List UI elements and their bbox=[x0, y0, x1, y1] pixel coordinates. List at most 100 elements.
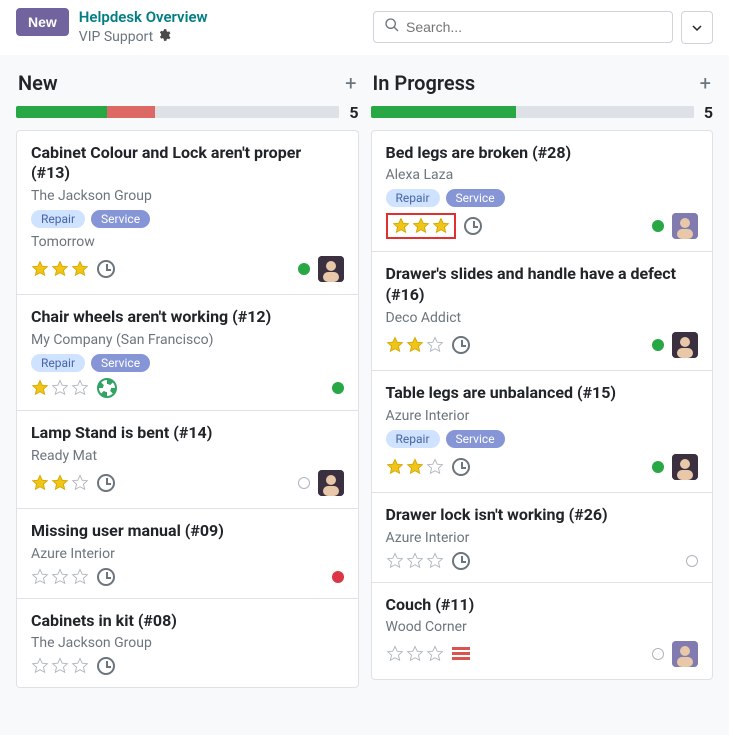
stars-wrap bbox=[31, 260, 115, 278]
add-card-button[interactable]: + bbox=[700, 71, 711, 95]
priority-star[interactable] bbox=[31, 379, 49, 397]
priority-star[interactable] bbox=[71, 379, 89, 397]
priority-star[interactable] bbox=[51, 260, 69, 278]
stars-wrap bbox=[31, 474, 115, 492]
kanban-card[interactable]: Chair wheels aren't working (#12) My Com… bbox=[17, 295, 358, 411]
kanban-card[interactable]: Drawer lock isn't working (#26) Azure In… bbox=[372, 493, 713, 583]
priority-star[interactable] bbox=[51, 379, 69, 397]
progress-bar[interactable] bbox=[16, 106, 339, 118]
card-subtitle: Alexa Laza bbox=[386, 167, 699, 183]
priority-star[interactable] bbox=[31, 568, 49, 586]
card-right-icons bbox=[332, 571, 344, 583]
priority-star[interactable] bbox=[406, 336, 424, 354]
priority-star[interactable] bbox=[71, 260, 89, 278]
assignee-avatar[interactable] bbox=[672, 213, 698, 239]
search-box[interactable] bbox=[373, 11, 673, 43]
tag[interactable]: Repair bbox=[31, 354, 85, 372]
assignee-avatar[interactable] bbox=[672, 454, 698, 480]
priority-star[interactable] bbox=[51, 568, 69, 586]
priority-star[interactable] bbox=[426, 552, 444, 570]
activity-icon[interactable] bbox=[97, 474, 115, 492]
kanban-card[interactable]: Lamp Stand is bent (#14) Ready Mat bbox=[17, 411, 358, 509]
priority-star[interactable] bbox=[392, 217, 410, 235]
activity-icon[interactable] bbox=[97, 657, 115, 675]
assignee-avatar[interactable] bbox=[672, 332, 698, 358]
status-dot[interactable] bbox=[652, 461, 664, 473]
stars-wrap bbox=[386, 458, 470, 476]
kanban-card[interactable]: Drawer's slides and handle have a defect… bbox=[372, 252, 713, 371]
stars-wrap bbox=[386, 213, 482, 239]
tag[interactable]: Service bbox=[446, 189, 505, 207]
kanban-card[interactable]: Bed legs are broken (#28) Alexa Laza Rep… bbox=[372, 131, 713, 253]
tag[interactable]: Repair bbox=[31, 210, 85, 228]
status-dot[interactable] bbox=[332, 571, 344, 583]
column-title: In Progress bbox=[373, 71, 476, 95]
activity-icon[interactable] bbox=[452, 458, 470, 476]
priority-star[interactable] bbox=[406, 552, 424, 570]
card-footer bbox=[31, 256, 344, 282]
activity-icon[interactable] bbox=[97, 260, 115, 278]
status-dot[interactable] bbox=[686, 555, 698, 567]
status-dot[interactable] bbox=[652, 220, 664, 232]
status-dot[interactable] bbox=[298, 477, 310, 489]
kanban-card[interactable]: Couch (#11) Wood Corner bbox=[372, 583, 713, 680]
gear-icon[interactable] bbox=[157, 28, 171, 47]
priority-star[interactable] bbox=[426, 645, 444, 663]
kanban-card[interactable]: Cabinets in kit (#08) The Jackson Group bbox=[17, 599, 358, 688]
priority-star[interactable] bbox=[51, 657, 69, 675]
kanban-card[interactable]: Missing user manual (#09) Azure Interior bbox=[17, 509, 358, 599]
priority-star[interactable] bbox=[71, 474, 89, 492]
activity-icon[interactable] bbox=[97, 568, 115, 586]
priority-star[interactable] bbox=[426, 458, 444, 476]
add-card-button[interactable]: + bbox=[345, 71, 356, 95]
sla-icon[interactable] bbox=[97, 378, 117, 398]
tag[interactable]: Service bbox=[446, 430, 505, 448]
progress-bar[interactable] bbox=[371, 106, 694, 118]
search-input[interactable] bbox=[406, 19, 662, 35]
new-button[interactable]: New bbox=[16, 8, 69, 36]
kanban-column: New + 5 Cabinet Colour and Lock aren't p… bbox=[16, 67, 359, 689]
assignee-avatar[interactable] bbox=[318, 470, 344, 496]
assignee-avatar[interactable] bbox=[672, 641, 698, 667]
priority-star[interactable] bbox=[31, 260, 49, 278]
status-dot[interactable] bbox=[652, 648, 664, 660]
card-list: Bed legs are broken (#28) Alexa Laza Rep… bbox=[371, 130, 714, 681]
card-subtitle: The Jackson Group bbox=[31, 188, 344, 204]
kanban-card[interactable]: Cabinet Colour and Lock aren't proper (#… bbox=[17, 131, 358, 296]
priority-star[interactable] bbox=[31, 474, 49, 492]
priority-star[interactable] bbox=[386, 336, 404, 354]
priority-star[interactable] bbox=[426, 336, 444, 354]
priority-star[interactable] bbox=[51, 474, 69, 492]
priority-star[interactable] bbox=[71, 657, 89, 675]
breadcrumb-root[interactable]: Helpdesk Overview bbox=[79, 8, 208, 28]
tag[interactable]: Service bbox=[91, 210, 150, 228]
search-dropdown-toggle[interactable] bbox=[681, 11, 713, 44]
priority-star[interactable] bbox=[71, 568, 89, 586]
priority-star[interactable] bbox=[406, 645, 424, 663]
activity-icon[interactable] bbox=[464, 217, 482, 235]
kanban-card[interactable]: Table legs are unbalanced (#15) Azure In… bbox=[372, 371, 713, 493]
status-dot[interactable] bbox=[332, 382, 344, 394]
activity-list-icon[interactable] bbox=[452, 647, 470, 661]
priority-star[interactable] bbox=[412, 217, 430, 235]
status-dot[interactable] bbox=[298, 263, 310, 275]
assignee-avatar[interactable] bbox=[318, 256, 344, 282]
card-subtitle: Azure Interior bbox=[386, 530, 699, 546]
priority-star[interactable] bbox=[432, 217, 450, 235]
stars-wrap bbox=[31, 568, 115, 586]
stars-wrap bbox=[386, 336, 470, 354]
tag[interactable]: Repair bbox=[386, 189, 440, 207]
activity-icon[interactable] bbox=[452, 336, 470, 354]
stars-wrap bbox=[31, 657, 115, 675]
tag[interactable]: Service bbox=[91, 354, 150, 372]
kanban-board: New + 5 Cabinet Colour and Lock aren't p… bbox=[0, 55, 729, 701]
priority-star[interactable] bbox=[31, 657, 49, 675]
status-dot[interactable] bbox=[652, 339, 664, 351]
priority-star[interactable] bbox=[386, 645, 404, 663]
tag[interactable]: Repair bbox=[386, 430, 440, 448]
activity-icon[interactable] bbox=[452, 552, 470, 570]
priority-star[interactable] bbox=[406, 458, 424, 476]
priority-star[interactable] bbox=[386, 552, 404, 570]
priority-stars bbox=[392, 217, 450, 235]
priority-star[interactable] bbox=[386, 458, 404, 476]
